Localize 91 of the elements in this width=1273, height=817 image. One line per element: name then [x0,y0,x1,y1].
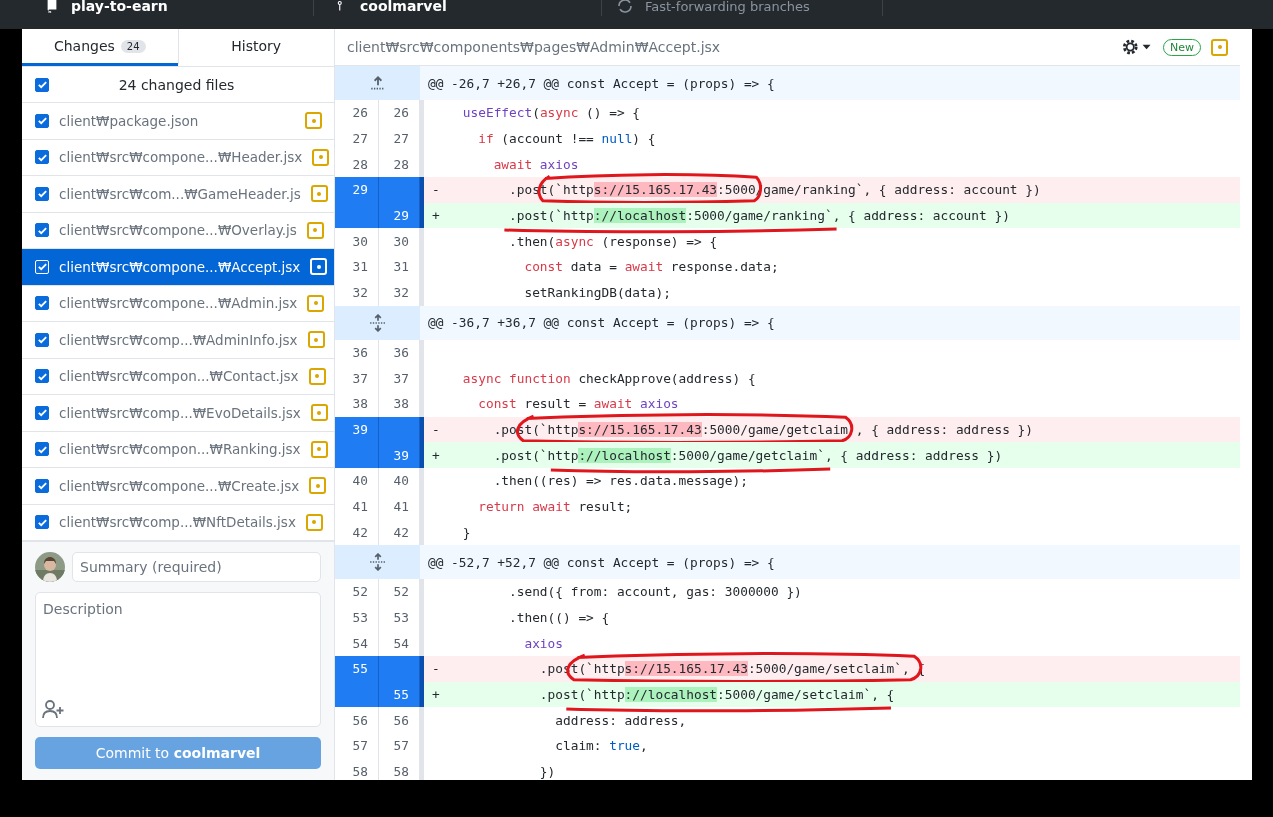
settings-button[interactable] [1121,38,1153,56]
line-number-gutter [379,416,420,443]
code-line: if (account !== null) { [477,131,656,147]
changed-file-item[interactable]: client₩src₩comp...₩AdminInfo.jsx [22,322,334,359]
file-checkbox[interactable] [35,478,49,493]
diff-marker: - [432,661,441,677]
code-line: address: address, [554,712,687,728]
code-line: const data = await response.data; [523,259,779,275]
sidebar-tab[interactable]: History [177,29,334,66]
line-number: 31 [335,254,379,280]
line-number: 41 [335,493,379,520]
expand-icon[interactable] [368,313,387,332]
diff-marker: + [432,687,441,703]
count-badge: 24 [120,39,146,53]
line-number: 36 [335,339,379,366]
line-number: 56 [335,707,379,734]
changed-file-item[interactable]: client₩src₩compone...₩Header.jsx [22,139,334,176]
code-line: .then(() => { [508,610,610,626]
file-checkbox[interactable] [35,296,49,311]
hunk-header: @@ -52,7 +52,7 @@ const Accept = (props) => { [427,553,775,572]
expand-icon[interactable] [368,553,387,571]
line-number: 38 [335,390,379,417]
line-number: 39 [335,416,379,443]
changed-file-item[interactable]: client₩src₩compone...₩Admin.jsx [22,285,334,322]
line-number: 30 [335,228,379,255]
code-line: await axios [492,156,579,172]
repository-icon [45,0,59,13]
line-number: 40 [335,467,379,494]
line-number: 55 [379,681,420,708]
file-path: client₩src₩components₩pages₩Admin₩Accept.jsx [347,39,721,55]
changed-file-item[interactable]: client₩src₩compone...₩Create.jsx [22,468,334,505]
line-number: 53 [335,604,379,631]
line-number: 52 [335,579,379,605]
line-number: 32 [335,279,379,306]
line-number: 55 [335,656,379,682]
hunk-header: @@ -36,7 +36,7 @@ const Accept = (props) => { [427,314,775,332]
changed-file-item[interactable]: client₩src₩com...₩GameHeader.js [22,176,334,213]
fetch-button[interactable]: Fast-forwarding branches [602,0,883,16]
line-number: 58 [335,758,379,780]
changed-file-item[interactable]: client₩src₩compon...₩Contact.jsx [22,358,334,395]
line-number: 29 [335,177,379,203]
file-checkbox[interactable] [35,150,49,165]
code-line: .post(`http://localhost:5000/game/getclaim`, { address: address }) [492,447,1003,463]
add-person-icon[interactable] [42,699,64,719]
changed-file-item[interactable]: client₩package.json [22,103,334,140]
code-line: .then(async (response) => { [508,233,718,249]
file-checkbox[interactable] [35,223,49,238]
branch-selector[interactable]: coolmarvel [314,0,602,16]
sidebar-tab[interactable]: Changes 24 [22,29,178,66]
repository-selector[interactable]: play-to-earn [0,0,314,16]
code-line: claim: true, [554,738,648,754]
line-number: 39 [379,442,420,468]
file-checkbox[interactable] [35,369,49,384]
code-line: setRankingDB(data); [523,285,671,301]
changed-file-item[interactable]: client₩src₩compone...₩Accept.jsx [22,249,334,286]
code-line: }) [538,764,556,780]
code-line: return await result; [477,498,633,514]
code-line: useEffect(async () => { [461,105,641,121]
diff-marker: + [432,447,441,463]
line-number: 37 [335,365,379,391]
file-checkbox[interactable] [35,515,49,530]
file-checkbox[interactable] [35,113,49,128]
select-all-checkbox[interactable] [35,77,49,92]
line-number: 27 [335,125,379,152]
hunk-header: @@ -26,7 +26,7 @@ const Accept = (props) => { [427,74,775,93]
code-line: .post(`http://localhost:5000/game/setclaim`, { [538,687,895,703]
code-line: .then((res) => res.data.message); [492,473,748,489]
line-number: 26 [335,100,379,126]
code-line: .post(`http://localhost:5000/game/ranking`, { address: account }) [508,208,1010,224]
sync-icon [617,0,633,14]
diff-marker: - [432,421,441,437]
line-number-gutter [379,177,420,203]
changed-files-count: 24 changed files [117,76,236,93]
file-checkbox[interactable] [35,186,49,201]
line-number-gutter [379,656,420,682]
code-line: .send({ from: account, gas: 3000000 }) [508,584,802,600]
diff-marker: + [432,208,441,224]
description-field[interactable]: Description [35,592,321,727]
line-number: 57 [335,733,379,759]
diff-marker: - [432,182,441,198]
code-line: axios [523,635,563,651]
changed-file-item[interactable]: client₩src₩comp...₩EvoDetails.jsx [22,395,334,432]
file-checkbox[interactable] [35,332,49,347]
file-checkbox[interactable] [35,442,49,457]
code-line: } [461,524,471,540]
changed-file-item[interactable]: client₩src₩compon...₩Ranking.jsx [22,431,334,468]
line-number: 29 [379,202,420,229]
code-line: const result = await axios [477,396,679,412]
file-checkbox[interactable] [35,405,49,420]
code-line: async function checkApprove(address) { [461,370,756,386]
summary-field[interactable]: Summary (required) [72,552,321,582]
